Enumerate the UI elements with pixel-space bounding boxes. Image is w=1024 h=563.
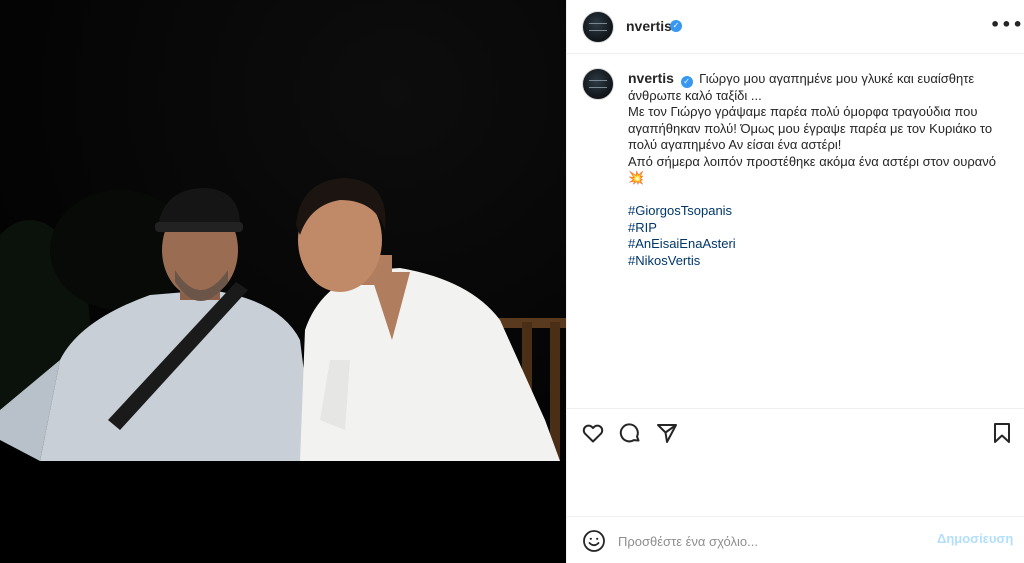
caption-line-3: Από σήμερα λοιπόν προστέθηκε ακόμα ένα α…	[628, 153, 996, 186]
hashtag-link[interactable]: #NikosVertis	[628, 253, 1008, 270]
more-options-icon[interactable]: •••	[990, 17, 1023, 37]
paper-plane-icon[interactable]	[655, 421, 679, 445]
add-comment-bar: Δημοσίευση	[567, 516, 1024, 563]
post-comment-button[interactable]: Δημοσίευση	[937, 531, 1013, 546]
post-photo[interactable]	[0, 0, 566, 461]
caption-text-line: Γιώργο μου αγαπημένε μου γλυκέ και ευαίσ…	[628, 71, 975, 103]
avatar-logo-mark	[589, 23, 607, 31]
caption-line-1: nvertis ✓ Γιώργο μου αγαπημένε μου γλυκέ…	[628, 70, 1008, 104]
caption-line-2: Με τον Γιώργο γράψαμε παρέα πολύ όμορφα …	[628, 104, 993, 152]
caption-avatar[interactable]	[582, 68, 614, 100]
post-side-panel: nvertis ✓ ••• nvertis ✓ Γιώργο μου αγαπη…	[566, 0, 1024, 563]
post-actions	[567, 409, 1024, 459]
photo-illustration	[0, 178, 566, 461]
avatar-logo-mark	[589, 80, 607, 88]
hashtag-link[interactable]: #GiorgosTsopanis	[628, 203, 1008, 220]
caption-username[interactable]: nvertis	[628, 70, 674, 86]
header-username[interactable]: nvertis	[626, 18, 672, 34]
caption-text: nvertis ✓ Γιώργο μου αγαπημένε μου γλυκέ…	[628, 70, 1008, 269]
hashtag-link[interactable]: #RIP	[628, 220, 1008, 237]
profile-avatar[interactable]	[582, 11, 614, 43]
verified-badge-icon: ✓	[680, 76, 693, 88]
verified-badge-icon: ✓	[670, 20, 682, 32]
bookmark-icon[interactable]	[990, 421, 1014, 445]
caption-section: nvertis ✓ Γιώργο μου αγαπημένε μου γλυκέ…	[567, 54, 1024, 409]
heart-icon[interactable]	[581, 421, 605, 445]
post-header: nvertis ✓ •••	[567, 0, 1024, 54]
post-media[interactable]	[0, 0, 566, 563]
hashtag-link[interactable]: #AnEisaiEnaAsteri	[628, 236, 1008, 253]
comment-input[interactable]	[618, 529, 918, 553]
smiley-icon[interactable]	[582, 529, 606, 553]
comment-bubble-icon[interactable]	[618, 421, 642, 445]
